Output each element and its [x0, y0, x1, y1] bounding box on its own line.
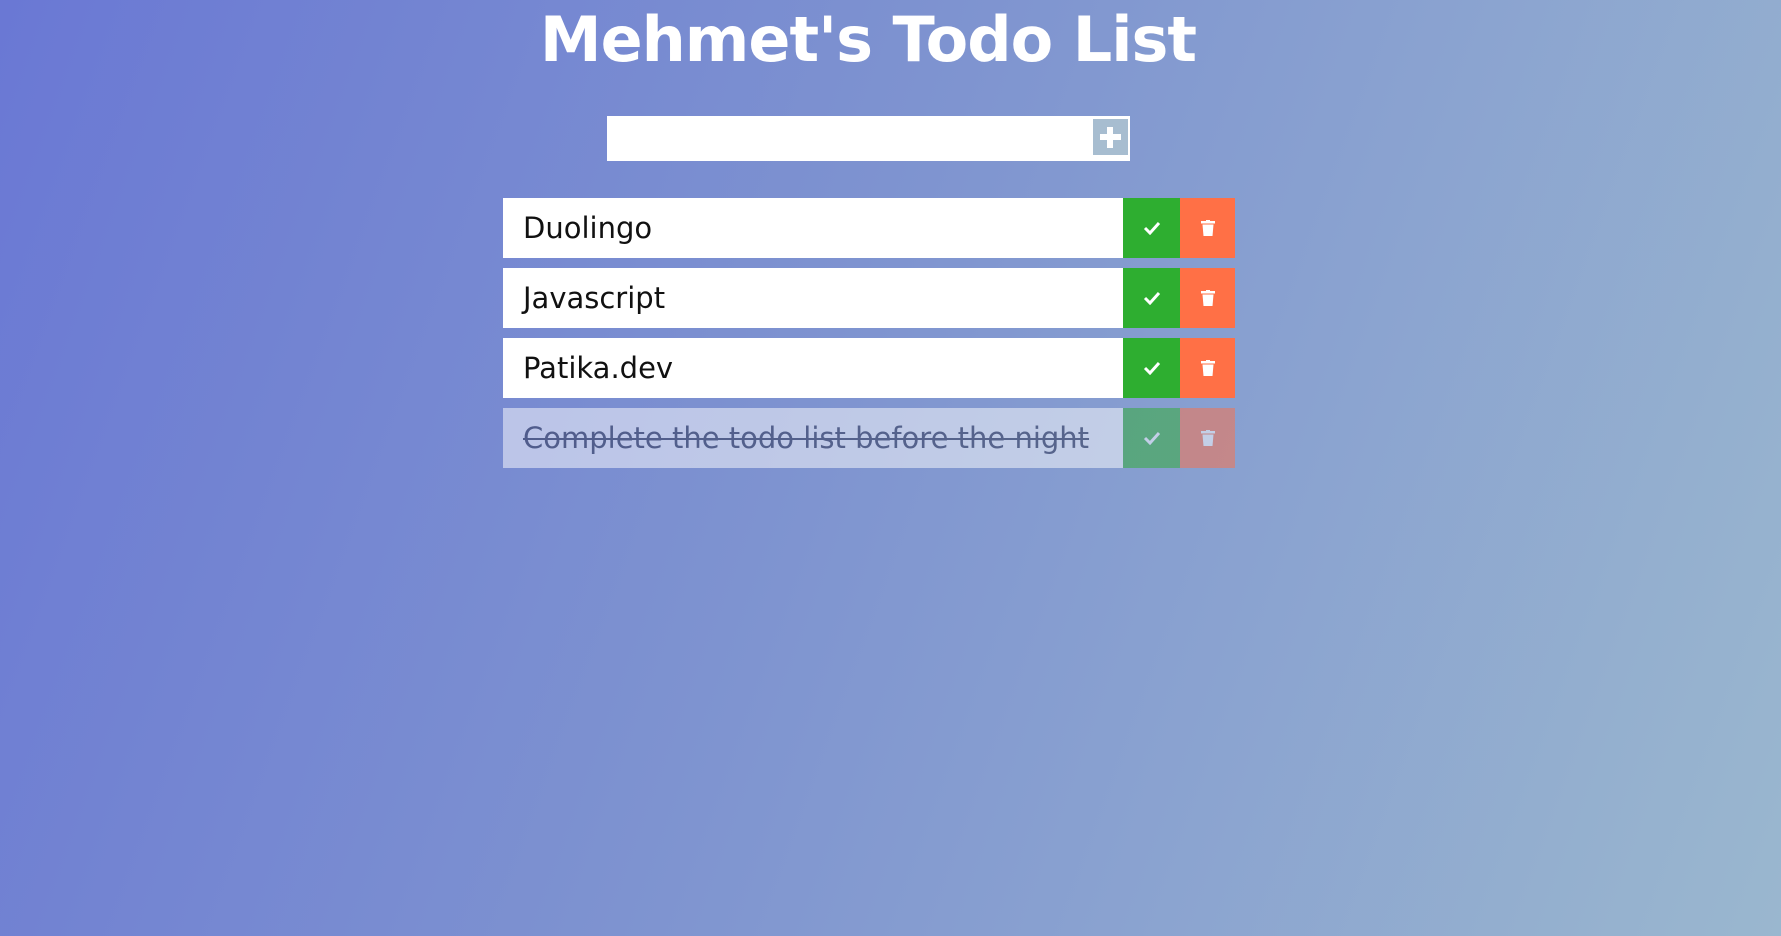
add-todo-form [607, 116, 1130, 161]
todo-item: Javascript [503, 268, 1235, 328]
todo-item: Patika.dev [503, 338, 1235, 398]
todo-text: Duolingo [503, 198, 1123, 258]
todo-input[interactable] [607, 116, 1087, 161]
check-icon [1143, 431, 1160, 445]
delete-button[interactable] [1180, 198, 1235, 258]
complete-button[interactable] [1123, 198, 1180, 258]
add-todo-button[interactable] [1093, 119, 1128, 155]
check-icon [1143, 221, 1160, 235]
todo-text: Complete the todo list before the night [503, 408, 1123, 468]
todo-list: Duolingo Javascript Patika.dev Complete … [503, 198, 1235, 478]
complete-button[interactable] [1123, 408, 1180, 468]
todo-item: Duolingo [503, 198, 1235, 258]
todo-item-completed: Complete the todo list before the night [503, 408, 1235, 468]
check-icon [1143, 361, 1160, 375]
trash-icon [1200, 290, 1215, 306]
trash-icon [1200, 360, 1215, 376]
trash-icon [1200, 430, 1215, 446]
todo-text: Patika.dev [503, 338, 1123, 398]
delete-button[interactable] [1180, 408, 1235, 468]
complete-button[interactable] [1123, 338, 1180, 398]
delete-button[interactable] [1180, 338, 1235, 398]
todo-text: Javascript [503, 268, 1123, 328]
trash-icon [1200, 220, 1215, 236]
page-title: Mehmet's Todo List [539, 3, 1197, 76]
complete-button[interactable] [1123, 268, 1180, 328]
delete-button[interactable] [1180, 268, 1235, 328]
check-icon [1143, 291, 1160, 305]
plus-icon [1107, 127, 1113, 148]
